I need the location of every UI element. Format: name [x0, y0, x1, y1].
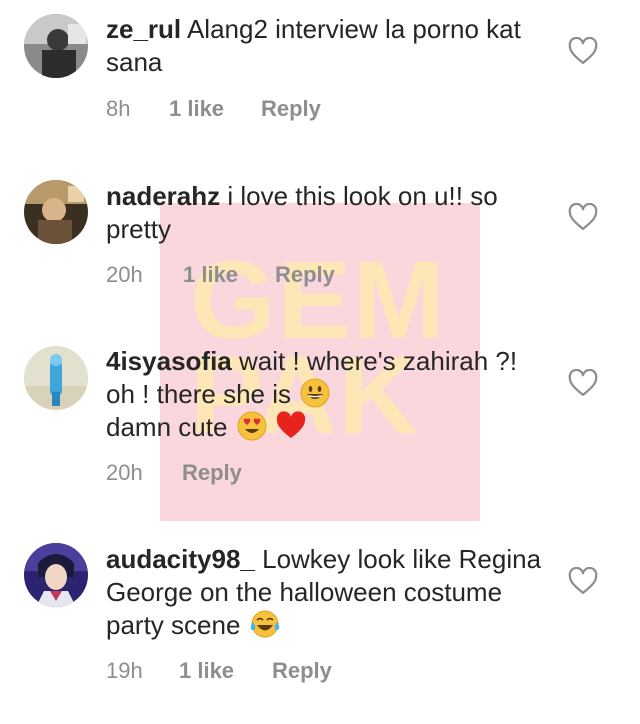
- reply-button[interactable]: Reply: [275, 261, 335, 289]
- comment-body: damn cute: [106, 412, 228, 442]
- heart-outline-icon[interactable]: [568, 203, 598, 231]
- comment-likes[interactable]: 1 like: [183, 261, 238, 289]
- comment-text: 4isyasofia wait ! where's zahirah ?! oh …: [106, 345, 546, 444]
- avatar[interactable]: [24, 543, 88, 607]
- comment-username[interactable]: audacity98_: [106, 544, 255, 574]
- reply-button[interactable]: Reply: [182, 459, 242, 487]
- grinning-face-emoji: [300, 378, 330, 408]
- comment-time: 8h: [106, 96, 131, 121]
- reply-button[interactable]: Reply: [261, 95, 321, 123]
- comment-time: 20h: [106, 460, 143, 485]
- avatar[interactable]: [24, 180, 88, 244]
- heart-outline-icon[interactable]: [568, 369, 598, 397]
- heart-outline-icon[interactable]: [568, 567, 598, 595]
- avatar[interactable]: [24, 14, 88, 78]
- comment-likes[interactable]: 1 like: [179, 657, 234, 685]
- comment-text: naderahz i love this look on u!! so pret…: [106, 180, 546, 246]
- comment-text: ze_rul Alang2 interview la porno kat san…: [106, 13, 546, 79]
- reply-button[interactable]: Reply: [272, 657, 332, 685]
- comment-time: 19h: [106, 658, 143, 683]
- comment-username[interactable]: 4isyasofia: [106, 346, 232, 376]
- comment-text: audacity98_ Lowkey look like Regina Geor…: [106, 543, 546, 642]
- comment-likes[interactable]: 1 like: [169, 95, 224, 123]
- comment-time: 20h: [106, 262, 143, 287]
- heart-eyes-face-emoji: [237, 411, 267, 441]
- tears-of-joy-face-emoji: [250, 610, 279, 638]
- avatar[interactable]: [24, 346, 88, 410]
- comment-username[interactable]: ze_rul: [106, 14, 181, 44]
- red-heart-emoji: [276, 411, 306, 438]
- heart-outline-icon[interactable]: [568, 37, 598, 65]
- comment-username[interactable]: naderahz: [106, 181, 220, 211]
